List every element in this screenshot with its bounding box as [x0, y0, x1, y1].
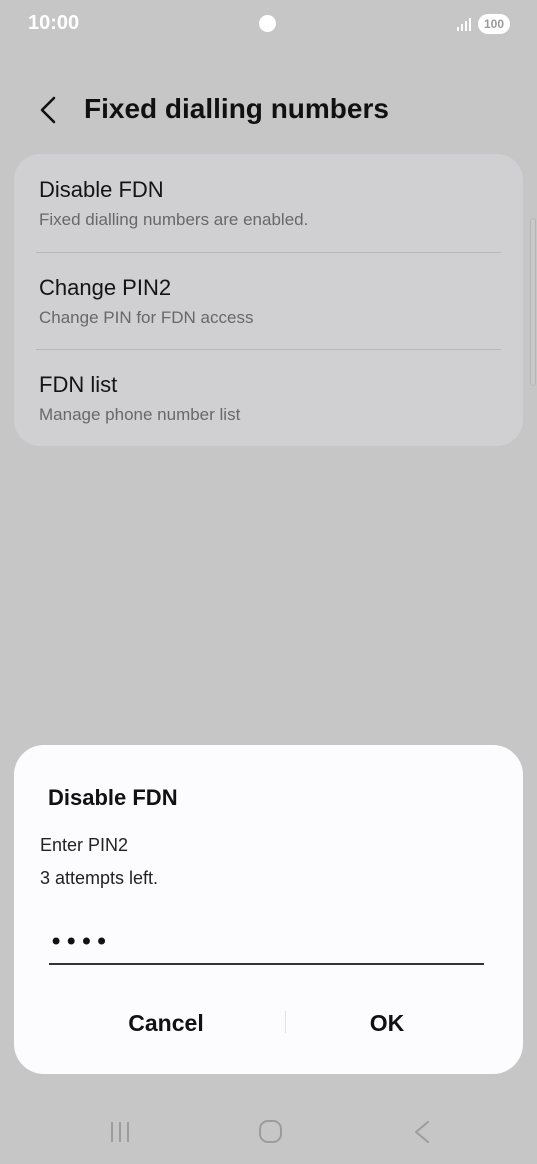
back-button[interactable] — [30, 90, 70, 130]
item-title: Disable FDN — [39, 177, 164, 202]
nav-bar — [0, 1100, 537, 1164]
back-icon — [415, 1121, 429, 1143]
item-subtitle: Fixed dialling numbers are enabled. — [39, 210, 309, 229]
home-button[interactable] — [250, 1114, 290, 1150]
settings-card: Disable FDN Fixed dialling numbers are e… — [14, 154, 523, 446]
recents-icon — [111, 1122, 129, 1142]
dialog-message-attempts: 3 attempts left. — [40, 868, 159, 888]
item-subtitle: Manage phone number list — [39, 405, 241, 424]
status-bar: 10:00 100 — [0, 0, 537, 48]
camera-dot — [259, 15, 276, 32]
settings-item-change-pin2[interactable]: Change PIN2 Change PIN for FDN access — [14, 252, 523, 348]
nav-back-button[interactable] — [402, 1114, 442, 1150]
battery-icon: 100 — [478, 14, 510, 34]
dialog-message-enter-pin2: Enter PIN2 — [40, 835, 129, 855]
settings-item-fdn-list[interactable]: FDN list Manage phone number list — [14, 349, 523, 445]
settings-item-disable-fdn[interactable]: Disable FDN Fixed dialling numbers are e… — [14, 154, 523, 250]
home-icon — [259, 1120, 282, 1143]
status-time: 10:00 — [28, 12, 80, 34]
item-title: Change PIN2 — [39, 275, 172, 300]
ok-button[interactable]: OK — [277, 1003, 497, 1043]
cancel-button[interactable]: Cancel — [56, 1003, 276, 1043]
dialog-title: Disable FDN — [48, 785, 178, 810]
screen: 10:00 100 Fixed dialling numbers Disable… — [0, 0, 537, 1164]
back-arrow-icon — [40, 96, 56, 124]
pin2-input[interactable] — [49, 921, 484, 965]
disable-fdn-dialog: Disable FDN Enter PIN2 3 attempts left. … — [14, 745, 523, 1074]
scroll-indicator[interactable] — [530, 218, 536, 386]
recents-button[interactable] — [100, 1114, 140, 1150]
item-subtitle: Change PIN for FDN access — [39, 308, 254, 327]
header: Fixed dialling numbers — [0, 80, 537, 140]
signal-icon — [457, 18, 471, 31]
page-title: Fixed dialling numbers — [84, 93, 389, 124]
item-title: FDN list — [39, 372, 118, 397]
